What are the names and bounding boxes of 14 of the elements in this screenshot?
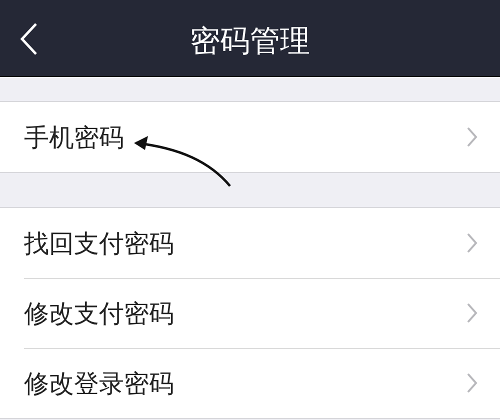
settings-row[interactable]: 修改支付密码 bbox=[0, 278, 500, 348]
chevron-icon bbox=[466, 232, 478, 254]
settings-row[interactable]: 修改登录密码 bbox=[0, 348, 500, 418]
page-title: 密码管理 bbox=[190, 22, 310, 60]
row-label: 修改登录密码 bbox=[24, 368, 175, 400]
row-label: 修改支付密码 bbox=[24, 298, 175, 330]
settings-row[interactable]: 找回支付密码 bbox=[0, 208, 500, 278]
row-label: 找回支付密码 bbox=[24, 228, 175, 260]
row-label: 手机密码 bbox=[24, 122, 125, 154]
settings-row[interactable]: 手机密码 bbox=[0, 102, 500, 172]
chevron-icon bbox=[466, 302, 478, 324]
chevron-icon bbox=[466, 372, 478, 394]
back-icon[interactable] bbox=[18, 22, 40, 56]
chevron-icon bbox=[466, 126, 478, 148]
